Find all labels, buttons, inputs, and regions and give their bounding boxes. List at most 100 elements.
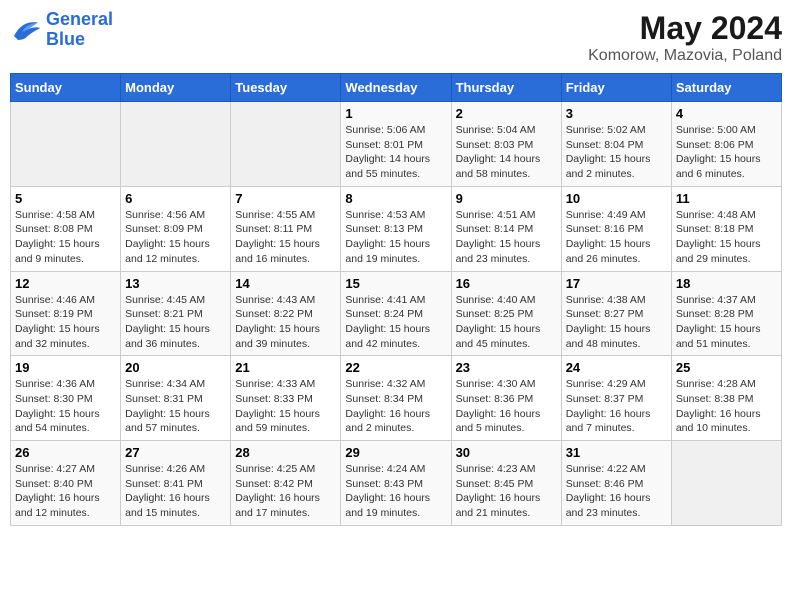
- day-info: Sunrise: 4:23 AMSunset: 8:45 PMDaylight:…: [456, 462, 557, 521]
- logo-text: General Blue: [46, 10, 113, 50]
- calendar-cell: 4 Sunrise: 5:00 AMSunset: 8:06 PMDaylight…: [671, 102, 781, 187]
- day-number: 4: [676, 106, 777, 121]
- calendar-cell: 5 Sunrise: 4:58 AMSunset: 8:08 PMDaylight…: [11, 186, 121, 271]
- week-row-3: 12 Sunrise: 4:46 AMSunset: 8:19 PMDayligh…: [11, 271, 782, 356]
- calendar-cell: [671, 441, 781, 526]
- week-row-4: 19Sunrise: 4:36 AMSunset: 8:30 PMDayligh…: [11, 356, 782, 441]
- day-info: Sunrise: 4:41 AMSunset: 8:24 PMDaylight:…: [345, 293, 446, 352]
- calendar-title: May 2024: [588, 10, 782, 47]
- day-number: 2: [456, 106, 557, 121]
- calendar-cell: 2 Sunrise: 5:04 AMSunset: 8:03 PMDaylight…: [451, 102, 561, 187]
- day-number: 24: [566, 360, 667, 375]
- day-number: 14: [235, 276, 336, 291]
- column-header-saturday: Saturday: [671, 74, 781, 102]
- day-info: Sunrise: 4:33 AMSunset: 8:33 PMDaylight:…: [235, 377, 336, 436]
- column-header-wednesday: Wednesday: [341, 74, 451, 102]
- day-number: 26: [15, 445, 116, 460]
- day-info: Sunrise: 4:30 AMSunset: 8:36 PMDaylight:…: [456, 377, 557, 436]
- calendar-cell: 31Sunrise: 4:22 AMSunset: 8:46 PMDayligh…: [561, 441, 671, 526]
- calendar-body: 1 Sunrise: 5:06 AMSunset: 8:01 PMDaylight…: [11, 102, 782, 526]
- day-number: 5: [15, 191, 116, 206]
- day-info: Sunrise: 4:45 AMSunset: 8:21 PMDaylight:…: [125, 293, 226, 352]
- day-info: Sunrise: 5:02 AMSunset: 8:04 PMDaylight:…: [566, 123, 667, 182]
- logo-icon: [10, 16, 42, 44]
- day-info: Sunrise: 4:26 AMSunset: 8:41 PMDaylight:…: [125, 462, 226, 521]
- week-row-5: 26 Sunrise: 4:27 AMSunset: 8:40 PMDayligh…: [11, 441, 782, 526]
- day-info: Sunrise: 4:55 AMSunset: 8:11 PMDaylight:…: [235, 208, 336, 267]
- calendar-cell: 20Sunrise: 4:34 AMSunset: 8:31 PMDayligh…: [121, 356, 231, 441]
- day-info: Sunrise: 4:25 AMSunset: 8:42 PMDaylight:…: [235, 462, 336, 521]
- day-number: 12: [15, 276, 116, 291]
- calendar-cell: 30Sunrise: 4:23 AMSunset: 8:45 PMDayligh…: [451, 441, 561, 526]
- day-info: Sunrise: 5:06 AMSunset: 8:01 PMDaylight:…: [345, 123, 446, 182]
- day-number: 21: [235, 360, 336, 375]
- day-number: 8: [345, 191, 446, 206]
- day-number: 10: [566, 191, 667, 206]
- calendar-cell: 23Sunrise: 4:30 AMSunset: 8:36 PMDayligh…: [451, 356, 561, 441]
- column-header-sunday: Sunday: [11, 74, 121, 102]
- day-info: Sunrise: 4:43 AMSunset: 8:22 PMDaylight:…: [235, 293, 336, 352]
- day-info: Sunrise: 4:32 AMSunset: 8:34 PMDaylight:…: [345, 377, 446, 436]
- day-info: Sunrise: 4:53 AMSunset: 8:13 PMDaylight:…: [345, 208, 446, 267]
- day-number: 11: [676, 191, 777, 206]
- calendar-cell: 15 Sunrise: 4:41 AMSunset: 8:24 PMDayligh…: [341, 271, 451, 356]
- calendar-subtitle: Komorow, Mazovia, Poland: [588, 47, 782, 65]
- day-number: 25: [676, 360, 777, 375]
- day-info: Sunrise: 5:00 AMSunset: 8:06 PMDaylight:…: [676, 123, 777, 182]
- day-info: Sunrise: 4:58 AMSunset: 8:08 PMDaylight:…: [15, 208, 116, 267]
- calendar-cell: 13 Sunrise: 4:45 AMSunset: 8:21 PMDayligh…: [121, 271, 231, 356]
- week-row-2: 5 Sunrise: 4:58 AMSunset: 8:08 PMDaylight…: [11, 186, 782, 271]
- day-number: 15: [345, 276, 446, 291]
- day-number: 3: [566, 106, 667, 121]
- day-info: Sunrise: 4:51 AMSunset: 8:14 PMDaylight:…: [456, 208, 557, 267]
- calendar-cell: 12 Sunrise: 4:46 AMSunset: 8:19 PMDayligh…: [11, 271, 121, 356]
- logo: General Blue: [10, 10, 113, 50]
- day-number: 1: [345, 106, 446, 121]
- column-header-monday: Monday: [121, 74, 231, 102]
- day-info: Sunrise: 4:36 AMSunset: 8:30 PMDaylight:…: [15, 377, 116, 436]
- calendar-cell: 18 Sunrise: 4:37 AMSunset: 8:28 PMDayligh…: [671, 271, 781, 356]
- calendar-cell: 29Sunrise: 4:24 AMSunset: 8:43 PMDayligh…: [341, 441, 451, 526]
- day-info: Sunrise: 4:48 AMSunset: 8:18 PMDaylight:…: [676, 208, 777, 267]
- calendar-table: SundayMondayTuesdayWednesdayThursdayFrid…: [10, 73, 782, 526]
- day-number: 29: [345, 445, 446, 460]
- day-info: Sunrise: 4:38 AMSunset: 8:27 PMDaylight:…: [566, 293, 667, 352]
- calendar-cell: 9 Sunrise: 4:51 AMSunset: 8:14 PMDaylight…: [451, 186, 561, 271]
- calendar-cell: 25 Sunrise: 4:28 AMSunset: 8:38 PMDayligh…: [671, 356, 781, 441]
- day-info: Sunrise: 4:29 AMSunset: 8:37 PMDaylight:…: [566, 377, 667, 436]
- logo-line2: Blue: [46, 30, 113, 50]
- calendar-cell: [231, 102, 341, 187]
- day-info: Sunrise: 4:40 AMSunset: 8:25 PMDaylight:…: [456, 293, 557, 352]
- logo-line1: General: [46, 9, 113, 29]
- day-info: Sunrise: 4:37 AMSunset: 8:28 PMDaylight:…: [676, 293, 777, 352]
- title-block: May 2024 Komorow, Mazovia, Poland: [588, 10, 782, 65]
- day-number: 13: [125, 276, 226, 291]
- day-number: 16: [456, 276, 557, 291]
- day-info: Sunrise: 5:04 AMSunset: 8:03 PMDaylight:…: [456, 123, 557, 182]
- calendar-cell: 6Sunrise: 4:56 AMSunset: 8:09 PMDaylight…: [121, 186, 231, 271]
- calendar-cell: 27Sunrise: 4:26 AMSunset: 8:41 PMDayligh…: [121, 441, 231, 526]
- calendar-header-row: SundayMondayTuesdayWednesdayThursdayFrid…: [11, 74, 782, 102]
- day-number: 7: [235, 191, 336, 206]
- day-number: 18: [676, 276, 777, 291]
- calendar-cell: [121, 102, 231, 187]
- calendar-cell: 14 Sunrise: 4:43 AMSunset: 8:22 PMDayligh…: [231, 271, 341, 356]
- calendar-cell: 17Sunrise: 4:38 AMSunset: 8:27 PMDayligh…: [561, 271, 671, 356]
- calendar-cell: 26 Sunrise: 4:27 AMSunset: 8:40 PMDayligh…: [11, 441, 121, 526]
- day-info: Sunrise: 4:22 AMSunset: 8:46 PMDaylight:…: [566, 462, 667, 521]
- calendar-cell: 22 Sunrise: 4:32 AMSunset: 8:34 PMDayligh…: [341, 356, 451, 441]
- calendar-cell: [11, 102, 121, 187]
- calendar-cell: 8 Sunrise: 4:53 AMSunset: 8:13 PMDaylight…: [341, 186, 451, 271]
- week-row-1: 1 Sunrise: 5:06 AMSunset: 8:01 PMDaylight…: [11, 102, 782, 187]
- page-header: General Blue May 2024 Komorow, Mazovia, …: [10, 10, 782, 65]
- day-info: Sunrise: 4:27 AMSunset: 8:40 PMDaylight:…: [15, 462, 116, 521]
- calendar-cell: 28Sunrise: 4:25 AMSunset: 8:42 PMDayligh…: [231, 441, 341, 526]
- calendar-cell: 7 Sunrise: 4:55 AMSunset: 8:11 PMDaylight…: [231, 186, 341, 271]
- day-number: 9: [456, 191, 557, 206]
- column-header-thursday: Thursday: [451, 74, 561, 102]
- day-number: 22: [345, 360, 446, 375]
- day-number: 20: [125, 360, 226, 375]
- day-info: Sunrise: 4:46 AMSunset: 8:19 PMDaylight:…: [15, 293, 116, 352]
- calendar-cell: 21 Sunrise: 4:33 AMSunset: 8:33 PMDayligh…: [231, 356, 341, 441]
- day-info: Sunrise: 4:28 AMSunset: 8:38 PMDaylight:…: [676, 377, 777, 436]
